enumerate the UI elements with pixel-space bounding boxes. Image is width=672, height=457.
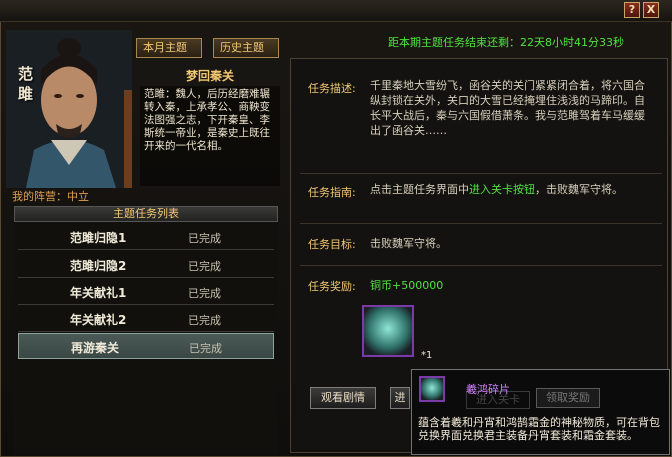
quest-status: 已完成 [188, 232, 221, 245]
desc-label: 任务描述: [308, 82, 356, 95]
reward-count: *1 [421, 350, 433, 361]
guide-section: 任务指南: 点击主题任务界面中进入关卡按钮，击败魏军守将。 [300, 174, 662, 224]
quest-status: 已完成 [189, 342, 222, 355]
quest-row[interactable]: 年关献礼1 已完成 [18, 279, 274, 305]
quest-status: 已完成 [188, 260, 221, 273]
target-label: 任务目标: [308, 238, 356, 251]
item-tooltip [411, 369, 670, 455]
quest-row[interactable]: 范雎归隐1 已完成 [18, 224, 274, 250]
quest-name: 再游秦关 [71, 341, 120, 355]
character-name: 范 雎 [18, 65, 34, 103]
quest-row[interactable]: 范雎归隐2 已完成 [18, 252, 274, 278]
reward-section: 任务奖励: 铜币+500000 [300, 266, 662, 376]
claim-reward-button[interactable]: 领取奖励 [536, 388, 600, 408]
guide-link: 进入关卡按钮 [469, 183, 535, 196]
camp-label: 我的阵营：中立 [12, 190, 89, 203]
quest-list-header: 主题任务列表 [14, 206, 278, 222]
countdown-timer: 距本期主题任务结束还剩：22天8小时41分33秒 [388, 36, 624, 49]
tooltip-item-icon [419, 376, 445, 402]
desc-text: 千里秦地大雪纷飞，函谷关的关门紧紧闭合着，将六国合纵封锁在关外，关口的大雪已经掩… [370, 79, 645, 137]
desc-section: 任务描述: 千里秦地大雪纷飞，函谷关的关门紧紧闭合着，将六国合纵封锁在关外，关口… [300, 70, 662, 174]
help-button[interactable]: ? [624, 2, 640, 18]
target-text: 击败魏军守将。 [370, 237, 447, 250]
story-text: 范雎：魏人，后历经磨难辗转入秦，上承孝公、商鞅变法图强之志，下开秦皇、李斯统一帝… [140, 86, 280, 186]
guide-text: 点击主题任务界面中进入关卡按钮，击败魏军守将。 [370, 183, 623, 196]
quest-row-selected[interactable]: 再游秦关 已完成 [18, 333, 274, 359]
quest-name: 年关献礼2 [70, 313, 127, 327]
tooltip-item-desc: 蕴含着羲和丹宵和鸿鹄霜金的神秘物质，可在背包兑换界面兑换君主装备丹宵套装和霜金套… [418, 416, 660, 442]
tab-month-theme[interactable]: 本月主题 [136, 38, 202, 58]
tooltip-item-title: 羲鸿碎片 [466, 383, 510, 396]
enter-stage-button[interactable]: 进 [390, 387, 410, 409]
reward-coin-text: 铜币+500000 [370, 279, 444, 292]
quest-status: 已完成 [188, 287, 221, 300]
quest-name: 范雎归隐1 [70, 231, 127, 245]
tab-history-theme[interactable]: 历史主题 [213, 38, 279, 58]
watch-story-button[interactable]: 观看剧情 [310, 387, 376, 409]
reward-label: 任务奖励: [308, 280, 356, 293]
quest-name: 年关献礼1 [70, 286, 127, 300]
camp-value: 中立 [67, 190, 89, 203]
story-title: 梦回秦关 [185, 69, 234, 83]
close-button[interactable]: X [643, 2, 659, 18]
target-section: 任务目标: 击败魏军守将。 [300, 224, 662, 266]
quest-status: 已完成 [188, 314, 221, 327]
reward-item-icon[interactable] [362, 305, 414, 357]
portrait-illustration [6, 30, 132, 188]
guide-label: 任务指南: [308, 186, 356, 199]
quest-name: 范雎归隐2 [70, 259, 127, 273]
quest-row[interactable]: 年关献礼2 已完成 [18, 306, 274, 332]
window-topbar [0, 0, 672, 22]
character-portrait: 范 雎 [6, 30, 132, 188]
